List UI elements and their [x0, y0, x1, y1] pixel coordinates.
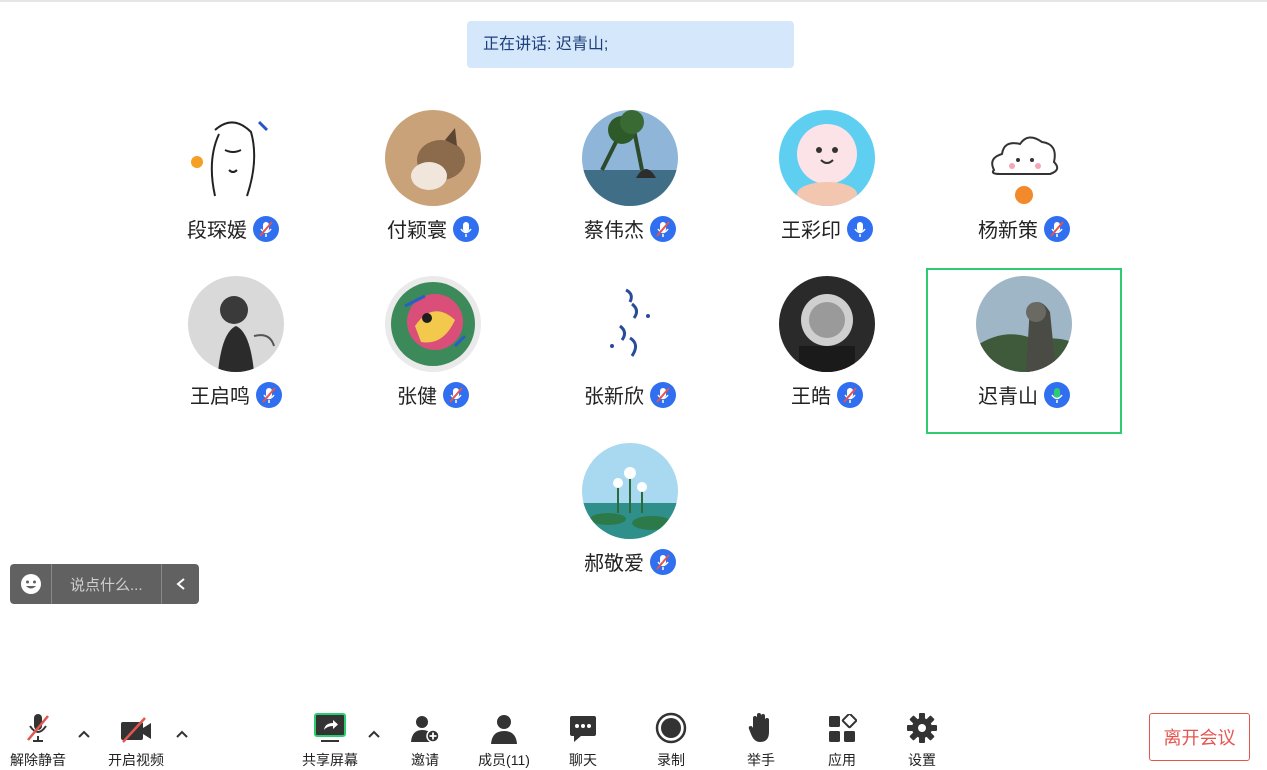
mic-muted-icon	[1044, 215, 1070, 242]
record-button[interactable]: 录制	[626, 710, 716, 768]
mic-muted-icon	[253, 215, 279, 242]
avatar	[582, 110, 678, 206]
participant-tile[interactable]: 张健	[335, 268, 531, 434]
avatar	[185, 110, 281, 206]
raise-hand-label: 举手	[747, 752, 775, 768]
avatar	[188, 276, 284, 372]
participant-tile[interactable]: 蔡伟杰	[532, 102, 728, 268]
mic-speaking-icon	[1044, 381, 1070, 408]
record-label: 录制	[657, 752, 685, 768]
members-label: 成员(11)	[478, 752, 530, 768]
share-screen-button[interactable]: 共享屏幕	[285, 710, 375, 768]
start-video-button[interactable]: 开启视频	[91, 710, 181, 768]
hand-icon	[716, 710, 806, 744]
video-off-icon	[91, 710, 181, 744]
participant-name: 张新欣	[584, 386, 644, 408]
leave-meeting-button[interactable]: 离开会议	[1149, 713, 1250, 761]
invite-label: 邀请	[411, 752, 439, 768]
mic-muted-icon	[443, 381, 469, 408]
participant-tile[interactable]: 王皓	[729, 268, 925, 434]
participant-name: 王皓	[791, 386, 831, 408]
chat-label: 聊天	[569, 752, 597, 768]
add-person-icon	[380, 710, 470, 744]
gear-icon	[877, 710, 967, 744]
participant-name: 段琛媛	[187, 220, 247, 242]
participant-tile[interactable]: 段琛媛	[135, 102, 331, 268]
avatar	[582, 276, 678, 372]
host-icon	[1015, 186, 1033, 204]
participant-tile[interactable]: 郝敬爱	[532, 435, 728, 601]
members-button[interactable]: 成员(11)	[459, 710, 549, 768]
chat-placeholder[interactable]: 说点什么...	[52, 574, 161, 595]
participant-tile[interactable]: 付颖寰	[335, 102, 531, 268]
mic-muted-icon	[0, 710, 83, 744]
participant-name: 杨新策	[978, 220, 1038, 242]
participant-tile[interactable]: 王彩印	[729, 102, 925, 268]
mic-icon	[453, 215, 479, 242]
avatar	[385, 110, 481, 206]
avatar	[582, 443, 678, 539]
chat-bubble-icon	[538, 710, 628, 744]
raise-hand-button[interactable]: 举手	[716, 710, 806, 768]
chat-quick-input[interactable]: 说点什么...	[10, 564, 199, 604]
chevron-up-icon[interactable]	[174, 726, 190, 742]
share-screen-label: 共享屏幕	[302, 752, 358, 768]
participant-name: 付颖寰	[387, 220, 447, 242]
mic-muted-icon	[650, 548, 676, 575]
participant-tile[interactable]: 王启鸣	[138, 268, 334, 434]
chevron-up-icon[interactable]	[76, 726, 92, 742]
emoji-icon[interactable]	[10, 564, 52, 604]
avatar	[385, 276, 481, 372]
collapse-chevron-icon[interactable]	[161, 564, 199, 604]
participant-tile-speaking[interactable]: 迟青山	[926, 268, 1122, 434]
settings-label: 设置	[908, 752, 936, 768]
person-icon	[459, 710, 549, 744]
avatar	[779, 110, 875, 206]
participant-name: 蔡伟杰	[584, 220, 644, 242]
participant-tile[interactable]: 杨新策	[926, 102, 1122, 268]
participant-name: 迟青山	[978, 386, 1038, 408]
record-icon	[626, 710, 716, 744]
settings-button[interactable]: 设置	[877, 710, 967, 768]
avatar	[779, 276, 875, 372]
chat-button[interactable]: 聊天	[538, 710, 628, 768]
unmute-button[interactable]: 解除静音	[0, 710, 83, 768]
speaking-banner: 正在讲话: 迟青山;	[467, 21, 794, 68]
apps-grid-icon	[797, 710, 887, 744]
mic-icon	[847, 215, 873, 242]
apps-label: 应用	[828, 752, 856, 768]
participant-name: 张健	[397, 386, 437, 408]
start-video-label: 开启视频	[108, 752, 164, 768]
participant-name: 王启鸣	[190, 386, 250, 408]
top-divider	[0, 0, 1267, 2]
mic-muted-icon	[837, 381, 863, 408]
apps-button[interactable]: 应用	[797, 710, 887, 768]
mic-muted-icon	[650, 215, 676, 242]
invite-button[interactable]: 邀请	[380, 710, 470, 768]
unmute-label: 解除静音	[10, 752, 66, 768]
participant-name: 郝敬爱	[584, 553, 644, 575]
participant-name: 王彩印	[781, 220, 841, 242]
mic-muted-icon	[650, 381, 676, 408]
avatar	[976, 276, 1072, 372]
share-screen-icon	[285, 710, 375, 744]
participant-tile[interactable]: 张新欣	[532, 268, 728, 434]
meeting-toolbar: 解除静音 开启视频 共享屏幕 邀请 成员(11) 聊天 录制 举手 应用 设置	[0, 700, 1267, 770]
mic-muted-icon	[256, 381, 282, 408]
